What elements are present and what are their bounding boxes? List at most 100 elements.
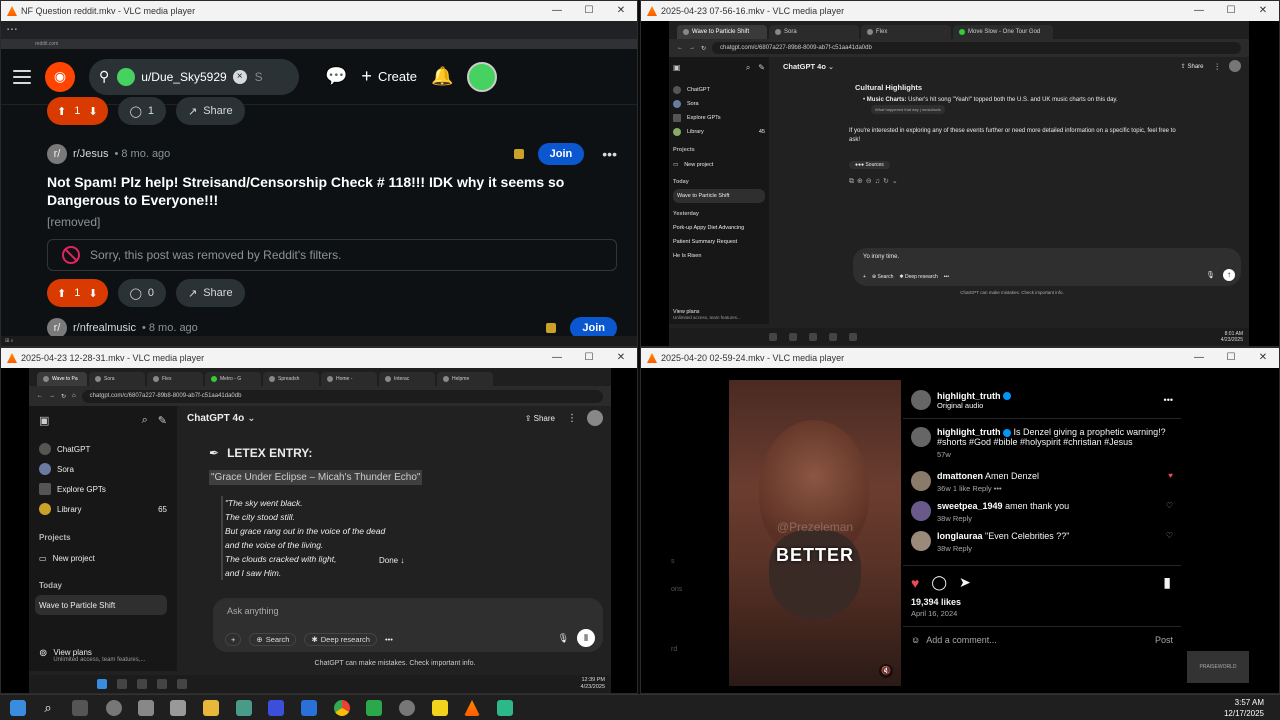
- share-button[interactable]: ↗ Share: [176, 97, 245, 125]
- plus-icon[interactable]: +: [863, 274, 866, 280]
- search-button[interactable]: ⊕ Search: [872, 274, 893, 280]
- vlc-icon[interactable]: [464, 700, 480, 716]
- search-icon[interactable]: ⌕: [40, 700, 56, 716]
- composer[interactable]: Ask anything + ⊕ Search ✱ Deep research …: [213, 598, 603, 652]
- url-field[interactable]: chatgpt.com/c/6807a227-89b8-8009-ab7f-c5…: [81, 389, 603, 403]
- avatar[interactable]: [911, 471, 931, 491]
- avatar[interactable]: [911, 501, 931, 521]
- search-icon[interactable]: ⌕: [142, 414, 148, 427]
- sidebar-item-library[interactable]: Library 45: [673, 125, 765, 139]
- new-project-button[interactable]: ▭ New project: [673, 159, 765, 171]
- task-view-icon[interactable]: [72, 700, 88, 716]
- sidebar-item-library[interactable]: Library 65: [39, 499, 167, 519]
- emoji-icon[interactable]: ☺: [911, 635, 920, 645]
- avatar[interactable]: [911, 531, 931, 551]
- sidebar-item-chatgpt[interactable]: ChatGPT: [39, 439, 167, 459]
- browser-tab[interactable]: Metro - G: [205, 372, 261, 386]
- reel-video[interactable]: @Prezeleman BETTER 🔇: [729, 380, 901, 686]
- vlc-titlebar[interactable]: 2025-04-23 12-28-31.mkv - VLC media play…: [1, 348, 637, 368]
- send-button[interactable]: ↑: [1223, 269, 1235, 281]
- sidebar-item-explore-gpts[interactable]: Explore GPTs: [39, 479, 167, 499]
- deep-research-button[interactable]: ✱ Deep research: [899, 274, 937, 280]
- vlc-titlebar[interactable]: NF Question reddit.mkv - VLC media playe…: [1, 1, 637, 21]
- forward-icon[interactable]: →: [49, 393, 55, 399]
- share-button[interactable]: ⇪ Share: [525, 414, 555, 423]
- browser-tab[interactable]: Interac: [379, 372, 435, 386]
- browser-tab[interactable]: Move Slow - One Tour God: [953, 25, 1053, 39]
- downvote-icon[interactable]: ⬇: [88, 287, 97, 300]
- back-icon[interactable]: ←: [37, 393, 43, 399]
- app-icon[interactable]: [236, 700, 252, 716]
- search-button[interactable]: ⊕ Search: [249, 633, 297, 646]
- clear-chip-icon[interactable]: ×: [232, 69, 247, 84]
- heart-icon[interactable]: ♡: [1166, 501, 1173, 510]
- like-count[interactable]: 19,394 likes: [903, 597, 1181, 607]
- close-button[interactable]: ✕: [1247, 1, 1279, 21]
- avatar[interactable]: [911, 427, 931, 447]
- file-explorer-icon[interactable]: [203, 700, 219, 716]
- chat-icon[interactable]: 💬: [325, 66, 347, 87]
- username[interactable]: dmattonen: [937, 471, 983, 481]
- vlc-titlebar[interactable]: 2025-04-20 02-59-24.mkv - VLC media play…: [641, 348, 1279, 368]
- chrome-icon[interactable]: [334, 700, 350, 716]
- reddit-logo-icon[interactable]: ◉: [45, 61, 75, 92]
- app-icon[interactable]: [399, 700, 415, 716]
- forward-icon[interactable]: →: [689, 45, 695, 51]
- vote-pill[interactable]: ⬆ 1 ⬇: [47, 97, 108, 125]
- maximize-button[interactable]: ☐: [1215, 1, 1247, 21]
- deep-research-button[interactable]: ✱ Deep research: [304, 633, 377, 646]
- url-field[interactable]: chatgpt.com/c/6807a227-89b8-8009-ab7f-c5…: [712, 42, 1241, 54]
- post-button[interactable]: Post: [1155, 635, 1173, 645]
- search-input[interactable]: ⚲ u/Due_Sky5929 × S: [89, 58, 299, 95]
- chat-item[interactable]: Wave to Particle Shift: [35, 595, 167, 615]
- more-tools-icon[interactable]: •••: [944, 274, 949, 280]
- composer-text[interactable]: Yo irony time.: [863, 254, 1231, 260]
- app-icon[interactable]: [268, 700, 284, 716]
- browser-tab[interactable]: Flex: [861, 25, 951, 39]
- new-chat-icon[interactable]: ✎: [158, 414, 167, 427]
- close-button[interactable]: ✕: [605, 1, 637, 21]
- minimize-button[interactable]: —: [541, 348, 573, 368]
- app-icon[interactable]: [138, 700, 154, 716]
- avatar[interactable]: [587, 410, 603, 426]
- comment-icon[interactable]: ◯: [931, 574, 947, 591]
- bookmark-icon[interactable]: [546, 323, 557, 333]
- sidebar-toggle-icon[interactable]: ▣: [673, 63, 681, 73]
- bookmark-icon[interactable]: [513, 149, 524, 159]
- more-options-icon[interactable]: ⋮: [567, 413, 577, 424]
- username[interactable]: longlauraa: [937, 531, 983, 541]
- share-button[interactable]: ↗ Share: [176, 279, 245, 307]
- avatar[interactable]: [1229, 60, 1241, 72]
- audio-label[interactable]: Original audio: [937, 401, 1011, 410]
- app-icon[interactable]: [497, 700, 513, 716]
- back-icon[interactable]: ←: [677, 45, 683, 51]
- username[interactable]: sweetpea_1949: [937, 501, 1003, 511]
- maximize-button[interactable]: ☐: [1215, 348, 1247, 368]
- minimize-button[interactable]: —: [541, 1, 573, 21]
- sidebar-item-chatgpt[interactable]: ChatGPT: [673, 83, 765, 97]
- vote-pill[interactable]: ⬆ 1 ⬇: [47, 279, 108, 307]
- maximize-button[interactable]: ☐: [573, 348, 605, 368]
- close-button[interactable]: ✕: [1247, 348, 1279, 368]
- bell-icon[interactable]: 🔔: [431, 66, 453, 87]
- comment-input[interactable]: Add a comment...: [926, 635, 997, 645]
- sidebar-item-explore-gpts[interactable]: Explore GPTs: [673, 111, 765, 125]
- mic-icon[interactable]: 🎙: [1206, 271, 1215, 279]
- like-icon[interactable]: ♥: [911, 575, 919, 591]
- comments-button[interactable]: ◯ 1: [117, 97, 166, 125]
- minimize-button[interactable]: —: [1183, 1, 1215, 21]
- browser-tab[interactable]: Home -: [321, 372, 377, 386]
- model-selector[interactable]: ChatGPT 4o: [187, 413, 244, 424]
- chat-item[interactable]: Wave to Particle Shift: [673, 189, 765, 203]
- view-plans-button[interactable]: ⊚ View plans Unlimited access, team feat…: [39, 648, 145, 663]
- reload-icon[interactable]: ↻: [61, 393, 66, 400]
- browser-tab[interactable]: Sora: [89, 372, 145, 386]
- browser-tab[interactable]: Helpme: [437, 372, 493, 386]
- menu-icon[interactable]: [13, 69, 31, 84]
- browser-tab[interactable]: Sora: [769, 25, 859, 39]
- post-card[interactable]: r/ r/Jesus • 8 mo. ago Join ••• Not Spam…: [1, 139, 637, 343]
- more-tools-icon[interactable]: •••: [385, 635, 393, 644]
- system-clock[interactable]: 3:57 AM 12/17/2025: [1224, 697, 1264, 719]
- voice-mode-button[interactable]: ⫴: [577, 629, 595, 647]
- subreddit-name[interactable]: r/Jesus: [73, 148, 108, 160]
